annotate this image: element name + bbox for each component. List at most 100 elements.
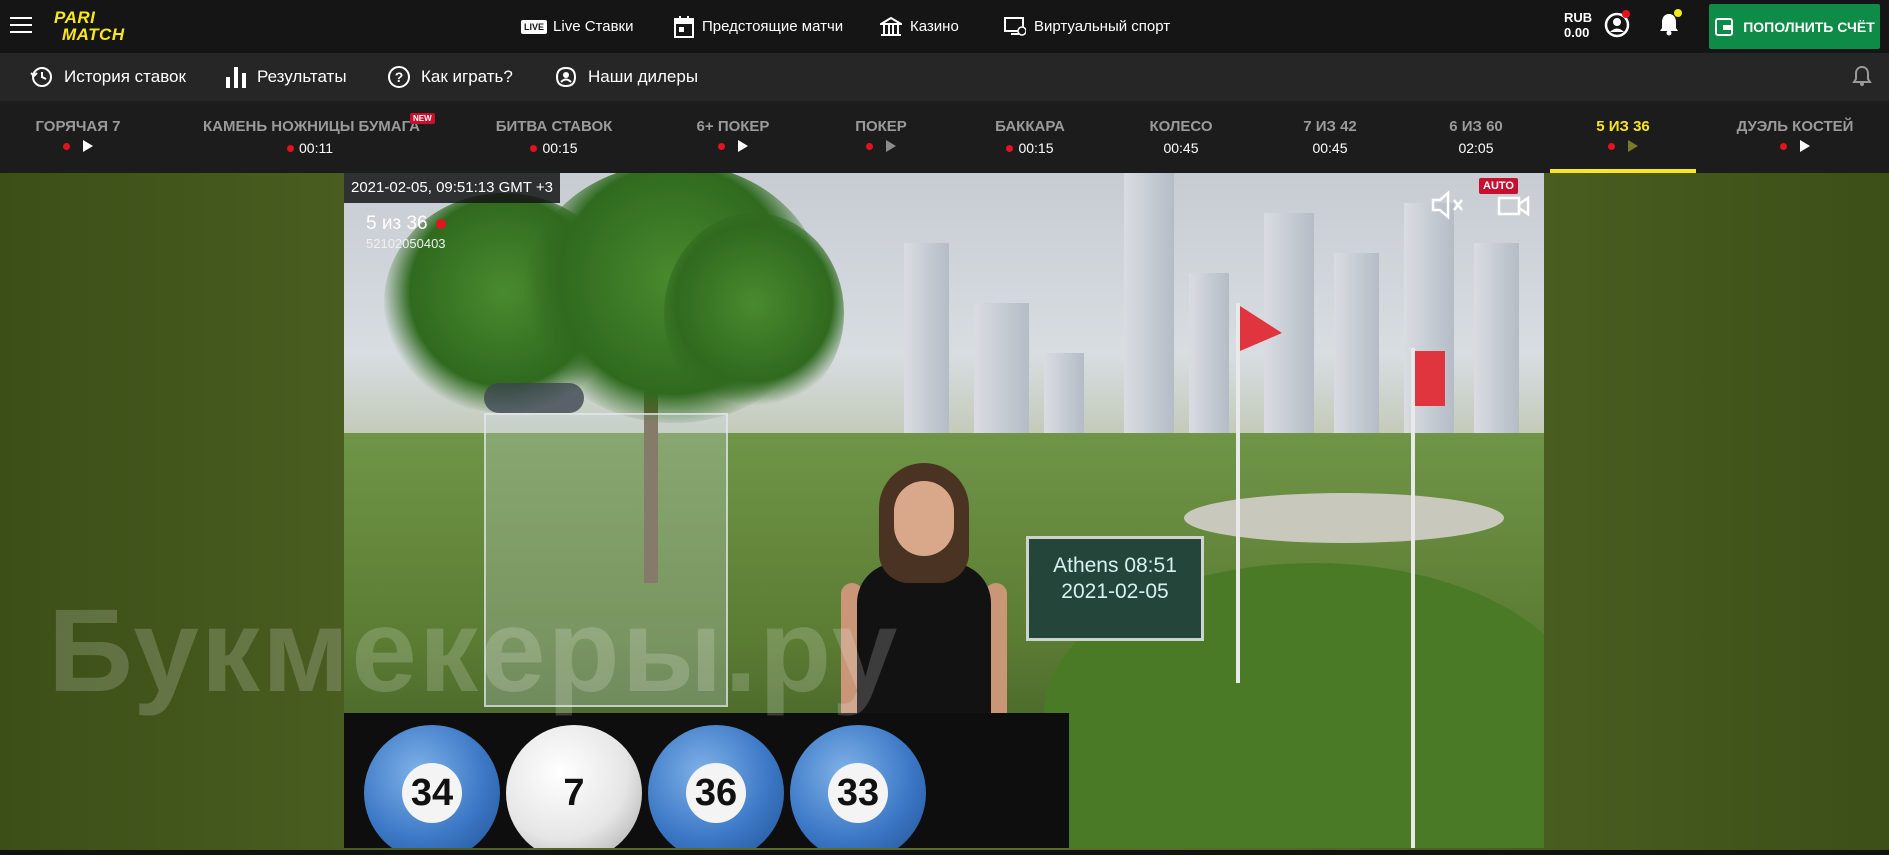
deposit-button[interactable]: ПОПОЛНИТЬ СЧЁТ [1709, 4, 1880, 49]
tab-wheel[interactable]: КОЛЕСО 00:45 [1141, 101, 1221, 173]
tab-bet-battle[interactable]: БИТВА СТАВОК 00:15 [495, 101, 613, 173]
user-icon[interactable] [1604, 10, 1630, 38]
tab-6-of-60[interactable]: 6 ИЗ 60 02:05 [1436, 101, 1516, 173]
board-city-time: Athens 08:51 [1053, 554, 1177, 577]
subbar-bell-icon[interactable] [1852, 65, 1872, 92]
nav-live-bets[interactable]: LIVE Live Ставки [521, 0, 634, 53]
tab-hot-7[interactable]: ГОРЯЧАЯ 7 [28, 101, 128, 173]
how-to-play-link[interactable]: ? Как играть? [387, 53, 513, 101]
tab-label: КАМЕНЬ НОЖНИЦЫ БУМАГА [203, 118, 421, 135]
tab-status [1736, 140, 1854, 152]
camera-icon[interactable] [1497, 193, 1531, 222]
how-to-play-label: Как играть? [421, 67, 513, 86]
tab-label: ПОКЕР [855, 118, 907, 135]
round-id: 52102050403 [366, 236, 446, 251]
live-dot [530, 144, 538, 152]
tab-timer: 00:15 [1018, 140, 1054, 156]
live-video-player[interactable]: Athens 08:51 2021-02-05 34 7 36 33 [344, 173, 1544, 848]
board-date: 2021-02-05 [1061, 580, 1169, 603]
nav-upcoming[interactable]: Предстоящие матчи [674, 0, 843, 53]
live-dot [1608, 142, 1615, 150]
tab-status: 00:15 [985, 140, 1075, 156]
tab-label: 5 ИЗ 36 [1596, 118, 1650, 135]
tab-status: 00:45 [1290, 140, 1370, 156]
play-icon [83, 140, 93, 152]
tab-status: 00:11 [203, 140, 417, 156]
bet-history-label: История ставок [64, 67, 186, 86]
history-icon [30, 67, 52, 87]
svg-text:?: ? [395, 69, 404, 85]
live-dot [1780, 142, 1787, 150]
play-icon [1628, 140, 1638, 152]
live-dot [1006, 144, 1014, 152]
tab-label: 7 ИЗ 42 [1303, 118, 1357, 135]
dealers-link[interactable]: Наши дилеры [554, 53, 698, 101]
studio-clock-board: Athens 08:51 2021-02-05 [1026, 536, 1204, 641]
top-bar: PARI MATCH LIVE Live Ставки Предстоящие … [0, 0, 1889, 53]
games-tab-bar: ГОРЯЧАЯ 7 КАМЕНЬ НОЖНИЦЫ БУМАГА NEW 00:1… [0, 101, 1889, 173]
menu-icon[interactable] [10, 17, 34, 35]
deposit-label: ПОПОЛНИТЬ СЧЁТ [1743, 18, 1875, 35]
tab-5-of-36[interactable]: 5 ИЗ 36 [1550, 101, 1696, 173]
tab-status: 02:05 [1436, 140, 1516, 156]
tab-6plus-poker[interactable]: 6+ ПОКЕР [683, 101, 783, 173]
tab-poker[interactable]: ПОКЕР [841, 101, 921, 173]
help-icon: ? [388, 66, 410, 88]
tab-dice-duel[interactable]: ДУЭЛЬ КОСТЕЙ [1736, 101, 1854, 173]
logo-text-top: PARI [54, 8, 96, 27]
bet-history-link[interactable]: История ставок [30, 53, 186, 101]
monitor-icon [1004, 16, 1026, 37]
bottom-edge [0, 850, 1889, 855]
dealer-icon [555, 66, 577, 88]
golf-flagpole-2 [1411, 348, 1415, 848]
mute-icon[interactable] [1430, 190, 1466, 225]
tab-label: ДУЭЛЬ КОСТЕЙ [1736, 118, 1854, 135]
drawn-ball: 33 [790, 725, 926, 848]
stream-title-text: 5 из 36 [366, 213, 428, 234]
tab-7-of-42[interactable]: 7 ИЗ 42 00:45 [1290, 101, 1370, 173]
tab-status [841, 140, 921, 152]
drawn-ball: 7 [506, 725, 642, 848]
dealers-label: Наши дилеры [588, 67, 699, 86]
tab-label: ГОРЯЧАЯ 7 [35, 118, 121, 135]
lottery-drum [484, 383, 584, 413]
stream-title: 5 из 36 [366, 213, 446, 235]
bell-notification-dot [1674, 9, 1682, 17]
video-sand-bunker [1184, 493, 1504, 543]
tab-status [1550, 140, 1696, 152]
wallet-icon [1715, 17, 1734, 36]
tab-label: 6+ ПОКЕР [696, 118, 770, 135]
tab-timer: 00:45 [1163, 140, 1199, 156]
parimatch-logo[interactable]: PARI MATCH [52, 8, 152, 44]
live-dot [866, 142, 873, 150]
live-dot [63, 142, 70, 150]
notifications-bell-icon[interactable] [1658, 9, 1682, 38]
auto-camera-badge[interactable]: AUTO [1479, 178, 1518, 194]
tab-label: 6 ИЗ 60 [1449, 118, 1503, 135]
drawn-ball: 36 [648, 725, 784, 848]
nav-live-bets-label: Live Ставки [553, 18, 634, 35]
drawn-ball: 34 [364, 725, 500, 848]
play-icon [1800, 140, 1810, 152]
calendar-icon [674, 15, 694, 38]
results-link[interactable]: Результаты [225, 53, 347, 101]
stream-timestamp: 2021-02-05, 09:51:13 GMT +3 [344, 173, 560, 203]
sub-navigation: История ставок Результаты ? Как играть? … [0, 53, 1889, 101]
tab-baccarat[interactable]: БАККАРА 00:15 [985, 101, 1075, 173]
nav-virtual-sport[interactable]: Виртуальный спорт [1004, 0, 1170, 53]
logo-text-bottom: MATCH [62, 25, 125, 44]
golf-flag-2 [1415, 351, 1445, 406]
results-label: Результаты [257, 67, 347, 86]
tab-rock-paper-scissors[interactable]: КАМЕНЬ НОЖНИЦЫ БУМАГА NEW 00:11 [203, 101, 435, 173]
tab-status: 00:15 [495, 140, 613, 156]
play-icon [886, 140, 896, 152]
golf-flagpole [1236, 303, 1240, 683]
tab-timer: 02:05 [1458, 140, 1494, 156]
balance[interactable]: RUB 0.00 [1564, 10, 1592, 40]
nav-upcoming-label: Предстоящие матчи [702, 18, 844, 35]
tab-status [683, 140, 783, 152]
live-dot [718, 142, 725, 150]
tab-label: БАККАРА [995, 118, 1065, 135]
nav-casino[interactable]: Казино [880, 0, 959, 53]
tab-status [28, 140, 128, 152]
